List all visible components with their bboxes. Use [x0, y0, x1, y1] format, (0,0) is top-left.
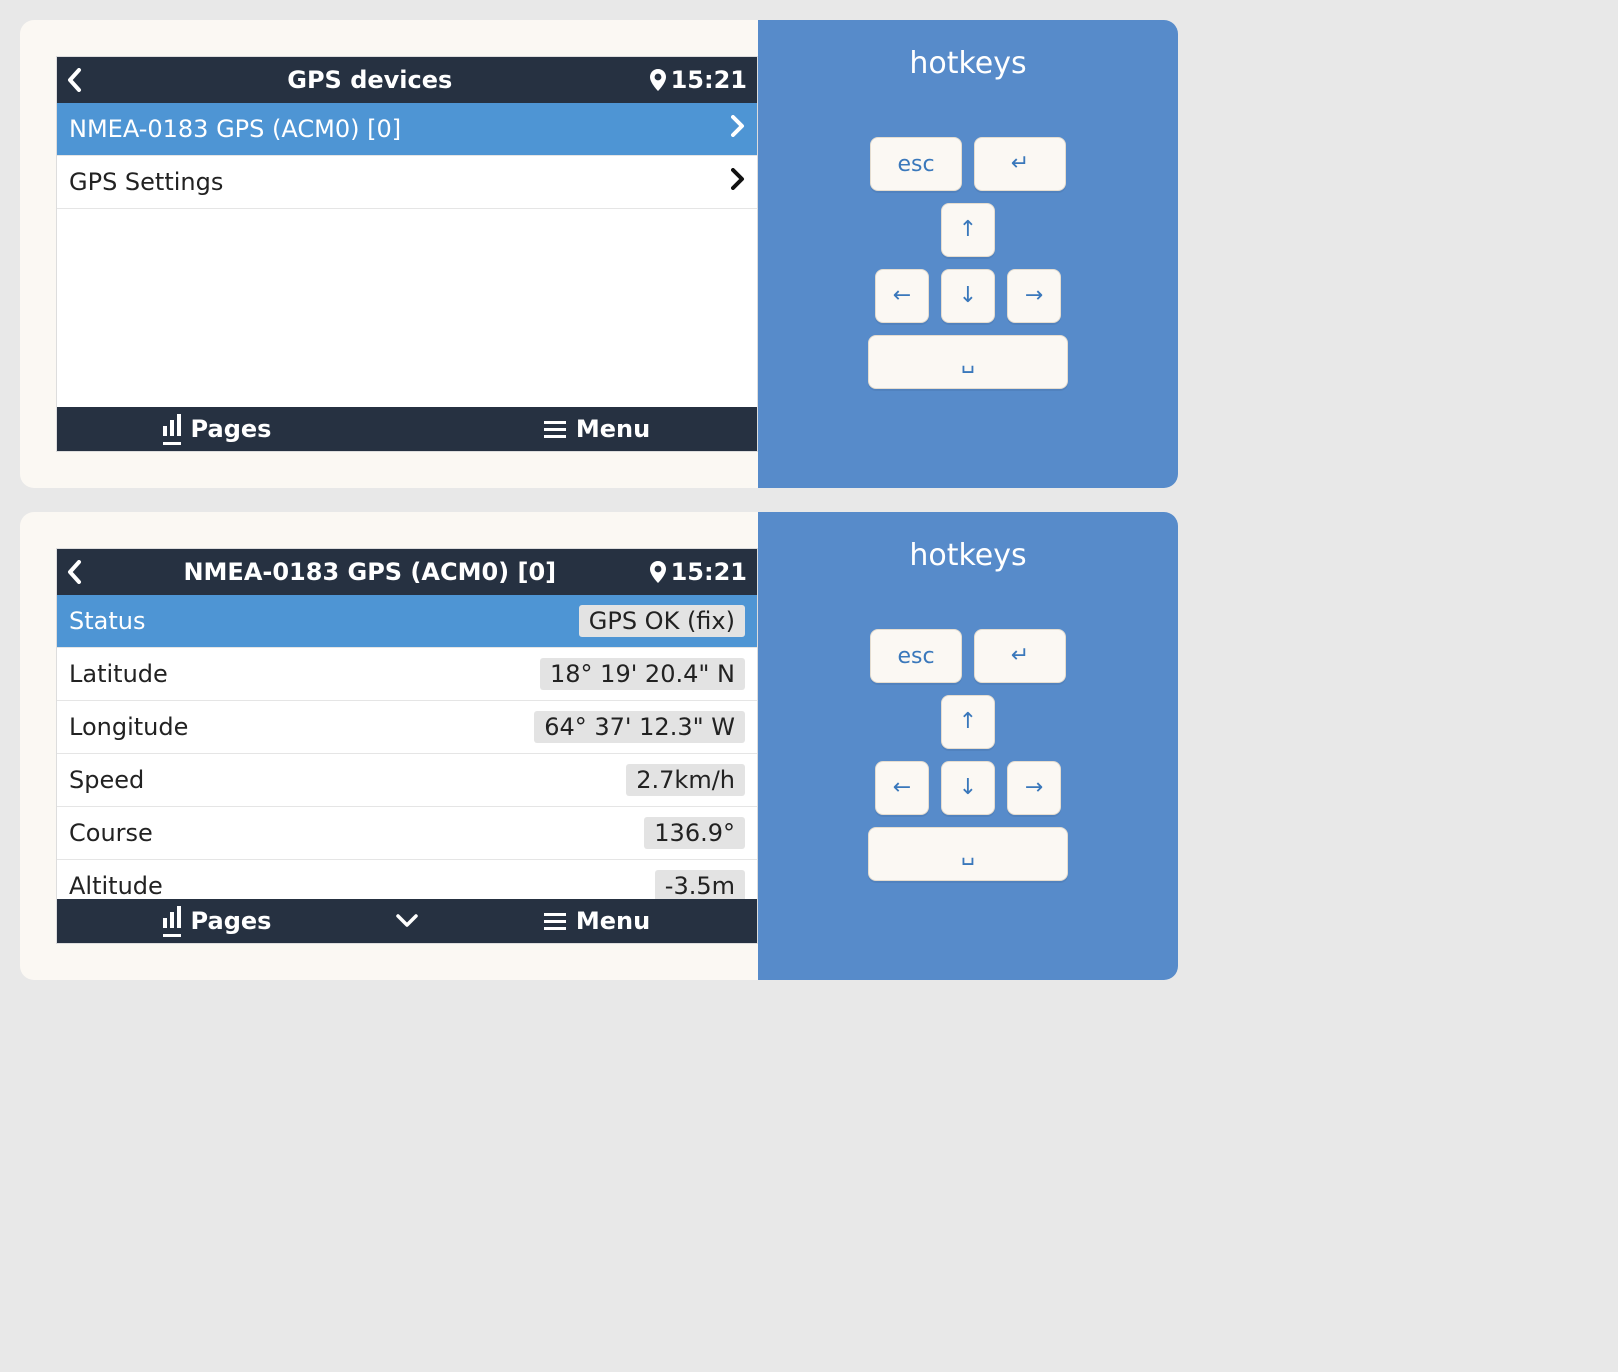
hotkeys-panel: hotkeys esc ↵ ↑ ← ↓ → ␣ — [758, 20, 1178, 488]
arrow-right-icon: → — [1025, 285, 1043, 307]
enter-key[interactable]: ↵ — [974, 137, 1066, 191]
list-item[interactable]: Altitude -3.5m — [57, 860, 757, 899]
pages-label: Pages — [191, 415, 272, 443]
list-item[interactable]: Longitude 64° 37' 12.3" W — [57, 701, 757, 754]
enter-key[interactable]: ↵ — [974, 629, 1066, 683]
space-key[interactable]: ␣ — [868, 827, 1068, 881]
bottom-bar: Pages Menu — [57, 899, 757, 943]
arrow-up-icon: ↑ — [959, 711, 977, 733]
hotkeys-title: hotkeys — [909, 46, 1026, 81]
chevron-down-icon — [396, 914, 418, 928]
left-key[interactable]: ← — [875, 269, 929, 323]
list-item-value: 136.9° — [644, 817, 745, 849]
list-item[interactable]: Course 136.9° — [57, 807, 757, 860]
arrow-left-icon: ← — [893, 777, 911, 799]
titlebar: NMEA-0183 GPS (ACM0) [0] 15:21 — [57, 549, 757, 595]
chevron-left-icon — [67, 560, 83, 584]
up-key[interactable]: ↑ — [941, 203, 995, 257]
chevron-left-icon — [67, 68, 83, 92]
list-item-label: Status — [69, 607, 145, 635]
list-item-value: 64° 37' 12.3" W — [534, 711, 745, 743]
list-item-label: Altitude — [69, 872, 163, 899]
list-item-label: Longitude — [69, 713, 188, 741]
gps-pin-icon — [649, 68, 667, 92]
list-item[interactable]: Speed 2.7km/h — [57, 754, 757, 807]
titlebar: GPS devices 15:21 — [57, 57, 757, 103]
arrow-up-icon: ↑ — [959, 219, 977, 241]
return-icon: ↵ — [1011, 645, 1029, 667]
list-item[interactable]: Latitude 18° 19' 20.4" N — [57, 648, 757, 701]
list-item-label: Speed — [69, 766, 144, 794]
esc-key[interactable]: esc — [870, 137, 962, 191]
space-icon: ␣ — [961, 843, 975, 865]
device-screen-wrapper: NMEA-0183 GPS (ACM0) [0] 15:21 Status GP… — [20, 512, 758, 980]
list-item-label: Latitude — [69, 660, 168, 688]
page-title: GPS devices — [91, 66, 649, 94]
list-item-value: 2.7km/h — [626, 764, 745, 796]
up-key[interactable]: ↑ — [941, 695, 995, 749]
chevron-right-icon — [731, 115, 745, 143]
hotkeys-panel: hotkeys esc ↵ ↑ ← ↓ → ␣ — [758, 512, 1178, 980]
page-title: NMEA-0183 GPS (ACM0) [0] — [91, 558, 649, 586]
down-key[interactable]: ↓ — [941, 761, 995, 815]
menu-button[interactable]: Menu — [437, 415, 757, 443]
device-screen-wrapper: GPS devices 15:21 NMEA-0183 GPS (ACM0) [… — [20, 20, 758, 488]
pages-button[interactable]: Pages — [57, 906, 377, 937]
clock-area: 15:21 — [649, 558, 747, 586]
hamburger-icon — [544, 913, 566, 930]
right-key[interactable]: → — [1007, 761, 1061, 815]
esc-key[interactable]: esc — [870, 629, 962, 683]
arrow-left-icon: ← — [893, 285, 911, 307]
list-item[interactable]: NMEA-0183 GPS (ACM0) [0] — [57, 103, 757, 156]
settings-list: NMEA-0183 GPS (ACM0) [0] GPS Settings — [57, 103, 757, 407]
barchart-icon — [163, 414, 181, 445]
device-screen: GPS devices 15:21 NMEA-0183 GPS (ACM0) [… — [56, 56, 758, 452]
clock-text: 15:21 — [671, 66, 747, 94]
clock-text: 15:21 — [671, 558, 747, 586]
back-button[interactable] — [67, 560, 91, 584]
list-item-value: 18° 19' 20.4" N — [540, 658, 745, 690]
arrow-down-icon: ↓ — [959, 777, 977, 799]
panel-gps-detail: NMEA-0183 GPS (ACM0) [0] 15:21 Status GP… — [20, 512, 1178, 980]
back-button[interactable] — [67, 68, 91, 92]
gps-pin-icon — [649, 560, 667, 584]
clock-area: 15:21 — [649, 66, 747, 94]
left-key[interactable]: ← — [875, 761, 929, 815]
menu-button[interactable]: Menu — [437, 907, 757, 935]
chevron-right-icon — [731, 168, 745, 196]
bottom-bar: Pages Menu — [57, 407, 757, 451]
space-icon: ␣ — [961, 351, 975, 373]
list-item-value: -3.5m — [655, 870, 745, 899]
panel-gps-devices: GPS devices 15:21 NMEA-0183 GPS (ACM0) [… — [20, 20, 1178, 488]
list-item[interactable]: Status GPS OK (fix) — [57, 595, 757, 648]
hotkeys-title: hotkeys — [909, 538, 1026, 573]
list-item-label: NMEA-0183 GPS (ACM0) [0] — [69, 115, 401, 143]
list-item-label: GPS Settings — [69, 168, 223, 196]
list-item-value: GPS OK (fix) — [579, 605, 745, 637]
down-key[interactable]: ↓ — [941, 269, 995, 323]
scroll-down-indicator[interactable] — [377, 914, 437, 928]
return-icon: ↵ — [1011, 153, 1029, 175]
arrow-right-icon: → — [1025, 777, 1043, 799]
menu-label: Menu — [576, 907, 650, 935]
space-key[interactable]: ␣ — [868, 335, 1068, 389]
right-key[interactable]: → — [1007, 269, 1061, 323]
arrow-down-icon: ↓ — [959, 285, 977, 307]
menu-label: Menu — [576, 415, 650, 443]
pages-button[interactable]: Pages — [57, 414, 377, 445]
pages-label: Pages — [191, 907, 272, 935]
list-item-label: Course — [69, 819, 153, 847]
device-screen: NMEA-0183 GPS (ACM0) [0] 15:21 Status GP… — [56, 548, 758, 944]
settings-list: Status GPS OK (fix) Latitude 18° 19' 20.… — [57, 595, 757, 899]
hamburger-icon — [544, 421, 566, 438]
barchart-icon — [163, 906, 181, 937]
list-item[interactable]: GPS Settings — [57, 156, 757, 209]
